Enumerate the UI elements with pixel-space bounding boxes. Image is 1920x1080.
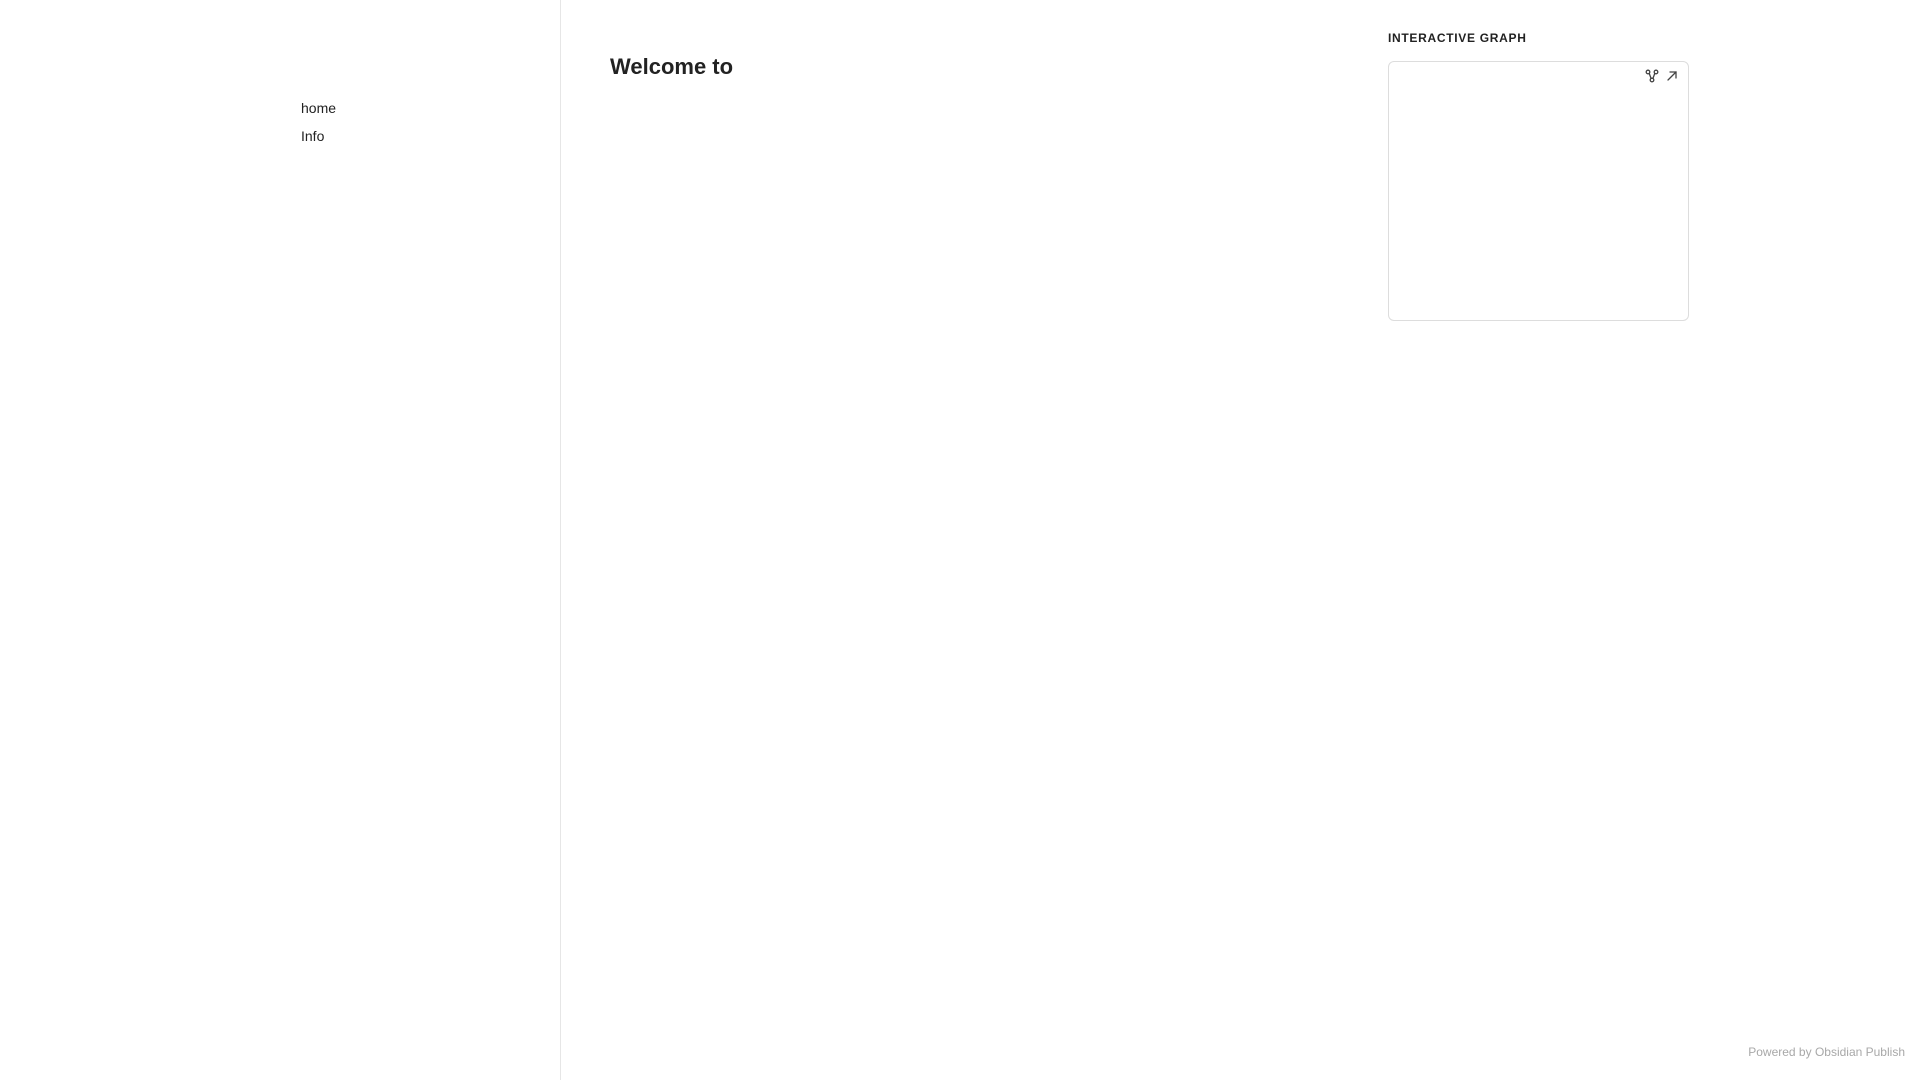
publish-page: home Info Welcome to INTERACTIVE GRAPH P… bbox=[0, 0, 1920, 1080]
nav-list: home Info bbox=[301, 94, 336, 150]
graph-nodes-icon[interactable] bbox=[1644, 68, 1660, 84]
graph-section: INTERACTIVE GRAPH bbox=[1388, 30, 1690, 321]
graph-controls bbox=[1644, 68, 1680, 84]
graph-heading: INTERACTIVE GRAPH bbox=[1388, 31, 1527, 45]
arrow-up-right-icon[interactable] bbox=[1664, 68, 1680, 84]
graph-view[interactable] bbox=[1388, 61, 1689, 321]
main-content: Welcome to bbox=[610, 52, 733, 82]
page-title: Welcome to bbox=[610, 54, 734, 79]
footer-powered-by[interactable]: Powered by Obsidian Publish bbox=[1748, 1045, 1905, 1059]
nav-item-info[interactable]: Info bbox=[301, 122, 336, 150]
nav-item-home[interactable]: home bbox=[301, 94, 336, 122]
site-navigation: home Info bbox=[0, 0, 561, 1080]
